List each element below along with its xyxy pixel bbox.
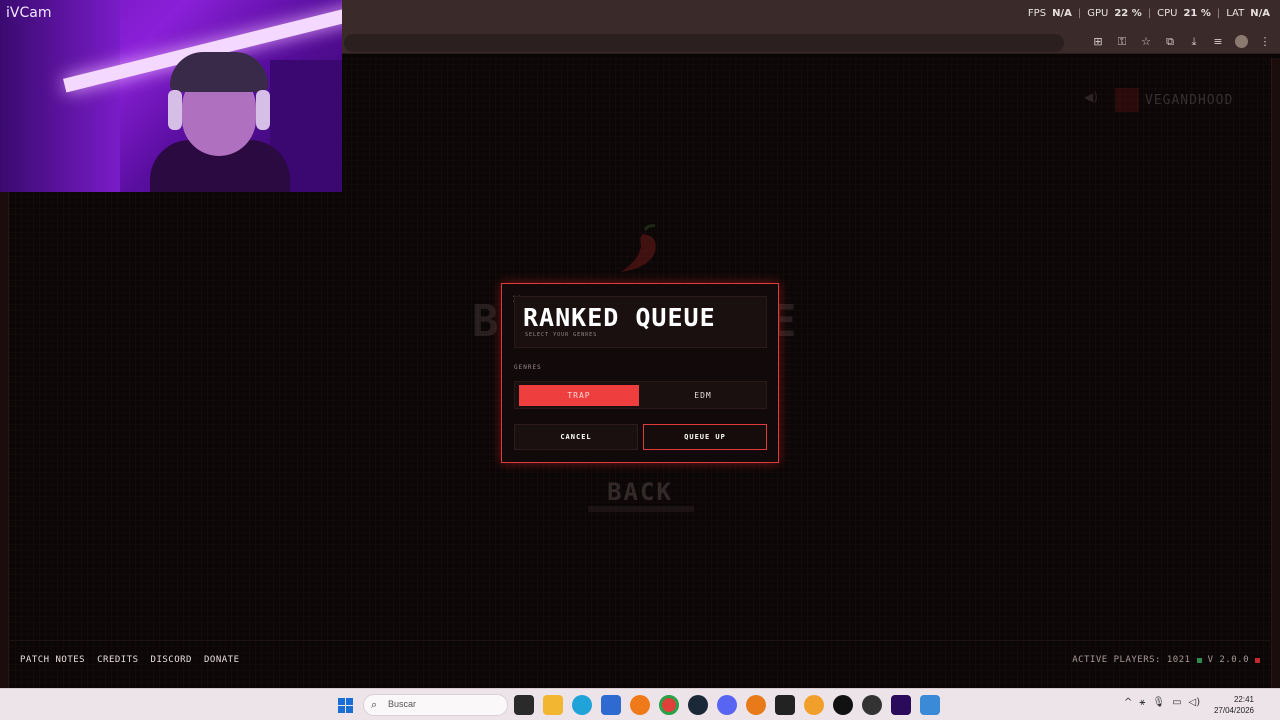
genre-option-edm[interactable]: EDM [643,385,763,406]
gpu-value: 22 % [1114,8,1142,19]
lat-label: LAT [1226,8,1245,19]
fps-label: FPS [1027,8,1047,19]
download-icon[interactable]: ⤓ [1187,35,1201,49]
browser-toolbar-icons: ⊞ ⚿ ☆ ⧉ ⤓ ≡ ⋮ [1091,35,1272,49]
system-tray: ^ ⚹ 🎙 ▭ ◁) [1124,697,1200,708]
webcam-overlay: iVCam [0,0,342,192]
donate-link[interactable]: DONATE [204,655,240,665]
online-status-icon [1196,657,1202,663]
webcam-wall [0,0,120,192]
taskbar-search[interactable]: ⌕ Buscar [363,694,508,716]
patch-notes-link[interactable]: PATCH NOTES [20,655,85,665]
modal-subtitle: SELECT YOUR GENRES [525,332,598,338]
profile-card: VEGANDHOOD [1115,88,1233,112]
discord-link[interactable]: DISCORD [151,655,192,665]
star-icon[interactable]: ☆ [1139,35,1153,49]
address-bar[interactable] [344,34,1064,52]
chrome-icon[interactable] [659,695,679,715]
ranked-queue-modal: × RANKED QUEUE SELECT YOUR GENRES GENRES… [501,283,779,463]
monitor-icon[interactable]: ▭ [1172,697,1181,708]
firefox-icon[interactable] [630,695,650,715]
search-app-icon[interactable] [804,695,824,715]
translate-icon[interactable]: ⊞ [1091,35,1105,49]
modal-title: RANKED QUEUE [523,303,716,332]
headphone-left [168,90,182,130]
separator: | [1216,8,1221,19]
webcam-app-label: iVCam [6,5,52,21]
edge-icon[interactable] [572,695,592,715]
status-indicator-icon [1255,657,1260,663]
steam-icon[interactable] [688,695,708,715]
file-explorer-icon[interactable] [543,695,563,715]
performance-overlay: FPS N/A | GPU 22 % | CPU 21 % | LAT N/A [1028,8,1270,19]
chili-pepper-logo-icon [621,224,656,272]
lat-value: N/A [1250,8,1270,19]
version-label: V 2.0.0 [1207,655,1249,665]
cancel-button[interactable]: CANCEL [514,424,638,450]
reading-list-icon[interactable]: ≡ [1211,35,1225,49]
active-players: ACTIVE PLAYERS: 1021 [1072,655,1191,665]
footer-links: PATCH NOTES CREDITS DISCORD DONATE [20,655,240,665]
task-view-icon[interactable] [514,695,534,715]
taskbar-apps [514,695,940,715]
search-icon: ⌕ [371,698,378,711]
menu-icon[interactable]: ⋮ [1258,35,1272,49]
tiktok-icon[interactable] [833,695,853,715]
separator: | [1147,8,1152,19]
key-icon[interactable]: ⚿ [1115,35,1129,49]
profile-avatar [1115,88,1139,112]
person-cap [170,52,268,92]
microphone-icon[interactable]: 🎙 [1152,697,1165,708]
background-title: B [472,296,503,347]
speaker-icon[interactable]: ◁) [1189,697,1201,708]
genre-option-trap[interactable]: TRAP [519,385,639,406]
screen: FPS N/A | GPU 22 % | CPU 21 % | LAT N/A … [0,0,1280,720]
genres-label: GENRES [514,364,542,371]
server-status: ACTIVE PLAYERS: 1021 V 2.0.0 [1072,655,1260,665]
queue-up-button[interactable]: QUEUE UP [643,424,767,450]
network-icon[interactable]: ⚹ [1139,697,1145,708]
clock[interactable]: 22:41 27/04/2026 [1214,694,1254,716]
modal-header: RANKED QUEUE SELECT YOUR GENRES [514,296,767,348]
clock-time: 22:41 [1233,695,1254,704]
footer-divider [8,640,1272,641]
gpu-label: GPU [1087,8,1109,19]
profile-avatar-icon[interactable] [1235,35,1248,48]
discord-icon[interactable] [717,695,737,715]
search-placeholder: Buscar [388,699,417,709]
windows-start-icon[interactable] [338,698,353,713]
credits-link[interactable]: CREDITS [97,655,138,665]
capcut-icon[interactable] [775,695,795,715]
headphone-right [256,90,270,130]
obs-icon[interactable] [862,695,882,715]
volume-icon[interactable]: ◀) [1084,90,1098,104]
taskbar: ⌕ Buscar ^ ⚹ 🎙 ▭ ◁) 22:41 27/04/2026 [0,688,1280,720]
clock-date: 27/04/2026 [1213,706,1254,715]
ivcam-icon[interactable] [920,695,940,715]
page-edge-right [1272,58,1280,688]
extensions-icon[interactable]: ⧉ [1163,35,1177,49]
app-icon[interactable] [746,695,766,715]
cpu-label: CPU [1157,8,1178,19]
background-back-label: BACK [607,478,673,506]
background-back-sub [588,506,694,512]
fps-value: N/A [1052,8,1072,19]
premiere-icon[interactable] [891,695,911,715]
store-icon[interactable] [601,695,621,715]
cpu-value: 21 % [1183,8,1211,19]
genre-selector: TRAP EDM [514,381,767,409]
chevron-up-icon[interactable]: ^ [1124,697,1132,708]
separator: | [1077,8,1082,19]
profile-name: VEGANDHOOD [1145,92,1234,108]
